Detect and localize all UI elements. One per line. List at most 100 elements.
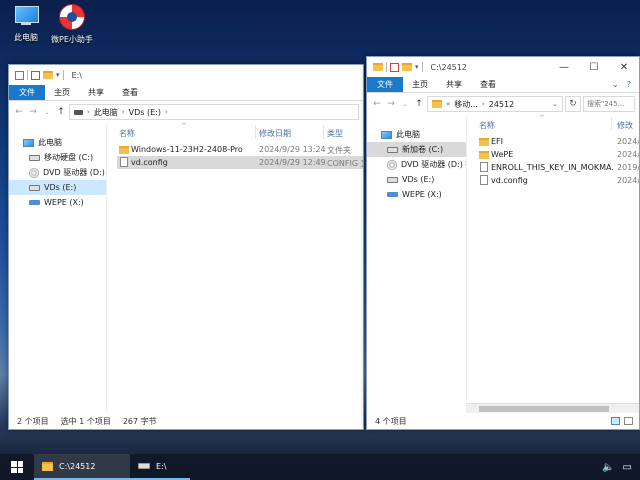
desktop-icon-wepe-helper[interactable]: 微PE小助手 xyxy=(46,4,98,45)
column-header-name[interactable]: 名称 xyxy=(119,128,135,139)
taskbar-item-e[interactable]: E:\ xyxy=(130,454,190,480)
column-divider[interactable] xyxy=(255,125,256,139)
ribbon-tabs: 文件 主页 共享 查看 ⌄ ? xyxy=(367,77,639,93)
file-row[interactable]: vd.config 2024/9/29 12:49 CONFIG 文 xyxy=(117,156,363,169)
divider xyxy=(62,70,64,80)
horizontal-scrollbar[interactable] xyxy=(467,403,639,413)
quick-access-toolbar: ▾ xyxy=(373,62,423,72)
details-view-icon[interactable] xyxy=(611,417,620,425)
recent-locations-icon[interactable]: ⌄ xyxy=(399,101,411,108)
file-row[interactable]: WePE 2024/ xyxy=(467,148,639,161)
nav-item-vds-e[interactable]: VDs (E:) xyxy=(9,180,106,195)
close-icon[interactable]: ✕ xyxy=(609,57,639,77)
file-row[interactable]: Windows-11-23H2-2408-Pro 2024/9/29 13:24… xyxy=(107,143,363,156)
tab-file[interactable]: 文件 xyxy=(367,77,403,92)
tab-file[interactable]: 文件 xyxy=(9,85,45,100)
back-arrow-icon[interactable]: ← xyxy=(371,99,383,109)
taskbar-item-label: E:\ xyxy=(156,461,167,471)
nav-item-vds-e[interactable]: VDs (E:) xyxy=(367,172,466,187)
forward-arrow-icon[interactable]: → xyxy=(27,107,39,117)
file-list: ^ 名称 修改 EFI 2024/ WePE 2024/ ENROLL_THIS… xyxy=(467,115,639,413)
address-row: ← → ⌄ ↑ › 此电脑 › VDs (E:) › xyxy=(9,101,363,123)
back-arrow-icon[interactable]: ← xyxy=(13,107,25,117)
taskbar-item-label: C:\24512 xyxy=(59,461,96,471)
search-input[interactable]: 搜索"245... xyxy=(583,96,635,112)
window-menu-icon[interactable] xyxy=(15,70,24,80)
large-icons-view-icon[interactable] xyxy=(624,417,633,425)
refresh-icon[interactable]: ↻ xyxy=(565,96,581,112)
tab-view[interactable]: 查看 xyxy=(471,77,505,92)
window-controls: — ☐ ✕ xyxy=(549,57,639,77)
customize-toolbar-icon[interactable]: ▾ xyxy=(415,63,419,71)
column-header-row: ^ 名称 修改日期 类型 xyxy=(107,123,363,141)
volume-icon[interactable]: 🔈 xyxy=(602,462,614,473)
start-button[interactable] xyxy=(0,454,34,480)
column-header-date[interactable]: 修改日期 xyxy=(259,128,291,139)
column-header-date[interactable]: 修改 xyxy=(617,120,633,131)
customize-toolbar-icon[interactable]: ▾ xyxy=(56,71,60,79)
tab-home[interactable]: 主页 xyxy=(45,85,79,100)
breadcrumb-item[interactable]: VDs (E:) xyxy=(129,108,161,117)
breadcrumb-item[interactable]: 24512 xyxy=(489,100,514,109)
window-title: E:\ xyxy=(71,70,82,80)
up-arrow-icon[interactable]: ↑ xyxy=(413,99,425,109)
tab-view[interactable]: 查看 xyxy=(113,85,147,100)
nav-item-label: WEPE (X:) xyxy=(402,190,442,199)
explorer-window-e[interactable]: ▾ E:\ 文件 主页 共享 查看 ← → ⌄ ↑ › 此电脑 › VDs (E… xyxy=(8,64,364,430)
new-folder-icon[interactable] xyxy=(43,71,53,79)
nav-item-drive-c[interactable]: 新加卷 (C:) xyxy=(367,142,466,157)
new-folder-icon[interactable] xyxy=(402,63,412,71)
file-row[interactable]: vd.config 2024/ xyxy=(467,174,639,187)
column-header-name[interactable]: 名称 xyxy=(479,120,495,131)
file-date: 2024/ xyxy=(617,137,639,146)
up-arrow-icon[interactable]: ↑ xyxy=(55,107,67,117)
title-bar[interactable]: ▾ E:\ xyxy=(9,65,363,85)
scrollbar-thumb[interactable] xyxy=(479,406,609,412)
nav-item-dvd-d[interactable]: DVD 驱动器 (D:) 微 xyxy=(367,157,466,172)
chevron-down-icon[interactable]: ⌄ xyxy=(552,100,558,108)
drive-icon xyxy=(387,176,398,183)
tab-home[interactable]: 主页 xyxy=(403,77,437,92)
tab-share[interactable]: 共享 xyxy=(437,77,471,92)
tab-share[interactable]: 共享 xyxy=(79,85,113,100)
file-row[interactable]: ENROLL_THIS_KEY_IN_MOKMA... 2019/ xyxy=(467,161,639,174)
forward-arrow-icon[interactable]: → xyxy=(385,99,397,109)
desktop-icon-label: 此电脑 xyxy=(14,33,38,42)
breadcrumb-item[interactable]: 移动... xyxy=(454,99,478,110)
taskbar-item-c-24512[interactable]: C:\24512 xyxy=(34,454,130,480)
nav-item-wepe-x[interactable]: WEPE (X:) xyxy=(367,187,466,202)
notification-icon[interactable]: ▭ xyxy=(623,462,632,473)
help-icon[interactable]: ? xyxy=(627,80,631,89)
address-bar[interactable]: › 此电脑 › VDs (E:) › xyxy=(69,104,359,120)
nav-item-this-pc[interactable]: 此电脑 xyxy=(367,127,466,142)
breadcrumb-overflow[interactable]: « xyxy=(446,100,450,108)
chevron-right-icon[interactable]: › xyxy=(165,108,168,116)
folder-icon xyxy=(42,461,53,471)
system-drive-icon xyxy=(387,192,398,197)
file-row[interactable]: EFI 2024/ xyxy=(467,135,639,148)
chevron-down-icon[interactable]: ⌄ xyxy=(612,80,619,89)
properties-icon[interactable] xyxy=(31,70,40,80)
maximize-icon[interactable]: ☐ xyxy=(579,57,609,77)
address-bar[interactable]: « 移动... › 24512 ⌄ xyxy=(427,96,563,112)
file-date: 2024/9/29 13:24 xyxy=(259,145,326,154)
sort-caret-icon: ^ xyxy=(181,123,187,130)
column-divider[interactable] xyxy=(323,125,324,139)
window-menu-icon[interactable] xyxy=(373,63,383,71)
nav-item-label: 新加卷 (C:) xyxy=(402,145,444,154)
title-bar[interactable]: ▾ C:\24512 — ☐ ✕ xyxy=(367,57,639,77)
column-header-type[interactable]: 类型 xyxy=(327,128,343,139)
nav-item-dvd-d[interactable]: DVD 驱动器 (D:) 微 xyxy=(9,165,106,180)
nav-item-drive-c[interactable]: 移动硬盘 (C:) xyxy=(9,150,106,165)
nav-item-wepe-x[interactable]: WEPE (X:) xyxy=(9,195,106,210)
column-header-row: ^ 名称 修改 xyxy=(467,115,639,133)
desktop-icon-this-pc[interactable]: 此电脑 xyxy=(0,6,52,43)
explorer-window-c[interactable]: ▾ C:\24512 — ☐ ✕ 文件 主页 共享 查看 ⌄ ? ← → ⌄ ↑… xyxy=(366,56,640,430)
recent-locations-icon[interactable]: ⌄ xyxy=(41,109,53,116)
breadcrumb-item[interactable]: 此电脑 xyxy=(94,107,118,118)
minimize-icon[interactable]: — xyxy=(549,57,579,77)
nav-item-this-pc[interactable]: 此电脑 xyxy=(9,135,106,150)
column-divider[interactable] xyxy=(611,117,612,131)
properties-icon[interactable] xyxy=(390,62,399,72)
file-icon xyxy=(480,175,488,185)
